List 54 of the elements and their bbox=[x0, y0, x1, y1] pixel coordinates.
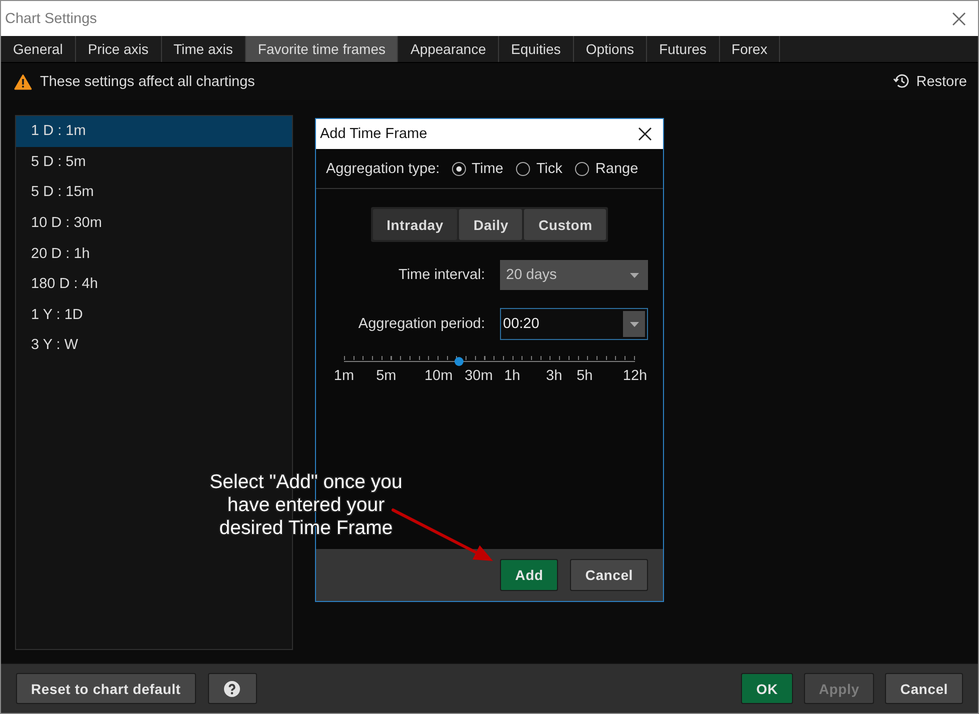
segment-tab[interactable]: Intraday bbox=[372, 209, 458, 240]
segment-tab[interactable]: Daily bbox=[459, 209, 522, 240]
warning-icon bbox=[14, 74, 32, 90]
caret-icon bbox=[630, 322, 638, 326]
notice-text: These settings affect all chartings bbox=[40, 74, 255, 90]
combo-box[interactable]: 00:20 bbox=[500, 308, 648, 340]
time-frame-item[interactable]: 20 D : 1h bbox=[16, 238, 292, 269]
time-frame-item[interactable]: 5 D : 15m bbox=[16, 177, 292, 208]
tab[interactable]: Favorite time frames bbox=[246, 36, 398, 62]
radio-option[interactable]: Time bbox=[452, 160, 504, 176]
time-frame-item[interactable]: 10 D : 30m bbox=[16, 208, 292, 238]
help-icon bbox=[224, 680, 240, 696]
footer-button[interactable]: OK bbox=[741, 673, 793, 704]
dialog-button[interactable]: Cancel bbox=[570, 559, 648, 591]
slider-tick-label: 30m bbox=[464, 368, 493, 384]
tab[interactable]: Appearance bbox=[398, 36, 499, 62]
footer-button[interactable]: Reset to chart default bbox=[16, 673, 196, 704]
radio-option[interactable]: Tick bbox=[516, 160, 562, 176]
time-frame-item[interactable]: 3 Y : W bbox=[16, 330, 292, 361]
restore-button[interactable]: Restore bbox=[893, 74, 967, 90]
close-icon[interactable] bbox=[638, 127, 652, 141]
time-frame-item[interactable]: 1 Y : 1D bbox=[16, 300, 292, 330]
field-label: Aggregation type: bbox=[326, 160, 440, 176]
slider-thumb[interactable] bbox=[454, 356, 464, 366]
dropdown-button[interactable] bbox=[623, 311, 645, 337]
dropdown[interactable]: 20 days bbox=[500, 260, 648, 290]
dialog-button[interactable]: Add bbox=[500, 559, 558, 591]
tab[interactable]: Options bbox=[574, 36, 648, 62]
radio-option[interactable]: Range bbox=[575, 160, 638, 176]
history-icon bbox=[893, 74, 910, 89]
slider-tick-label: 12h bbox=[622, 368, 648, 384]
slider-tick-label: 5m bbox=[376, 368, 396, 384]
slider-tick-label: 3h bbox=[546, 368, 562, 384]
time-frame-item[interactable]: 1 D : 1m bbox=[16, 116, 292, 147]
time-frame-item[interactable]: 5 D : 5m bbox=[16, 146, 292, 178]
dialog-title: Add Time Frame bbox=[320, 126, 428, 142]
tab[interactable]: Futures bbox=[647, 36, 720, 62]
footer-button[interactable]: Cancel bbox=[885, 673, 963, 704]
caret-icon bbox=[630, 272, 639, 278]
field-label: Aggregation period: bbox=[358, 316, 485, 332]
segment-tab[interactable]: Custom bbox=[524, 209, 606, 240]
help-button[interactable] bbox=[208, 673, 257, 704]
field-label: Time interval: bbox=[398, 267, 485, 283]
tab[interactable]: Equities bbox=[499, 36, 574, 62]
tab[interactable]: General bbox=[1, 36, 76, 62]
text-input[interactable]: 00:20 bbox=[501, 309, 621, 339]
slider-tick-label: 10m bbox=[424, 368, 453, 384]
slider-tick-label: 1m bbox=[334, 368, 354, 384]
window-title: Chart Settings bbox=[5, 10, 97, 26]
tab[interactable]: Price axis bbox=[76, 36, 162, 62]
slider-tick-label: 1h bbox=[504, 368, 520, 384]
time-frame-item[interactable]: 180 D : 4h bbox=[16, 268, 292, 300]
slider-tick-label: 5h bbox=[576, 368, 593, 384]
tab[interactable]: Forex bbox=[720, 36, 780, 62]
